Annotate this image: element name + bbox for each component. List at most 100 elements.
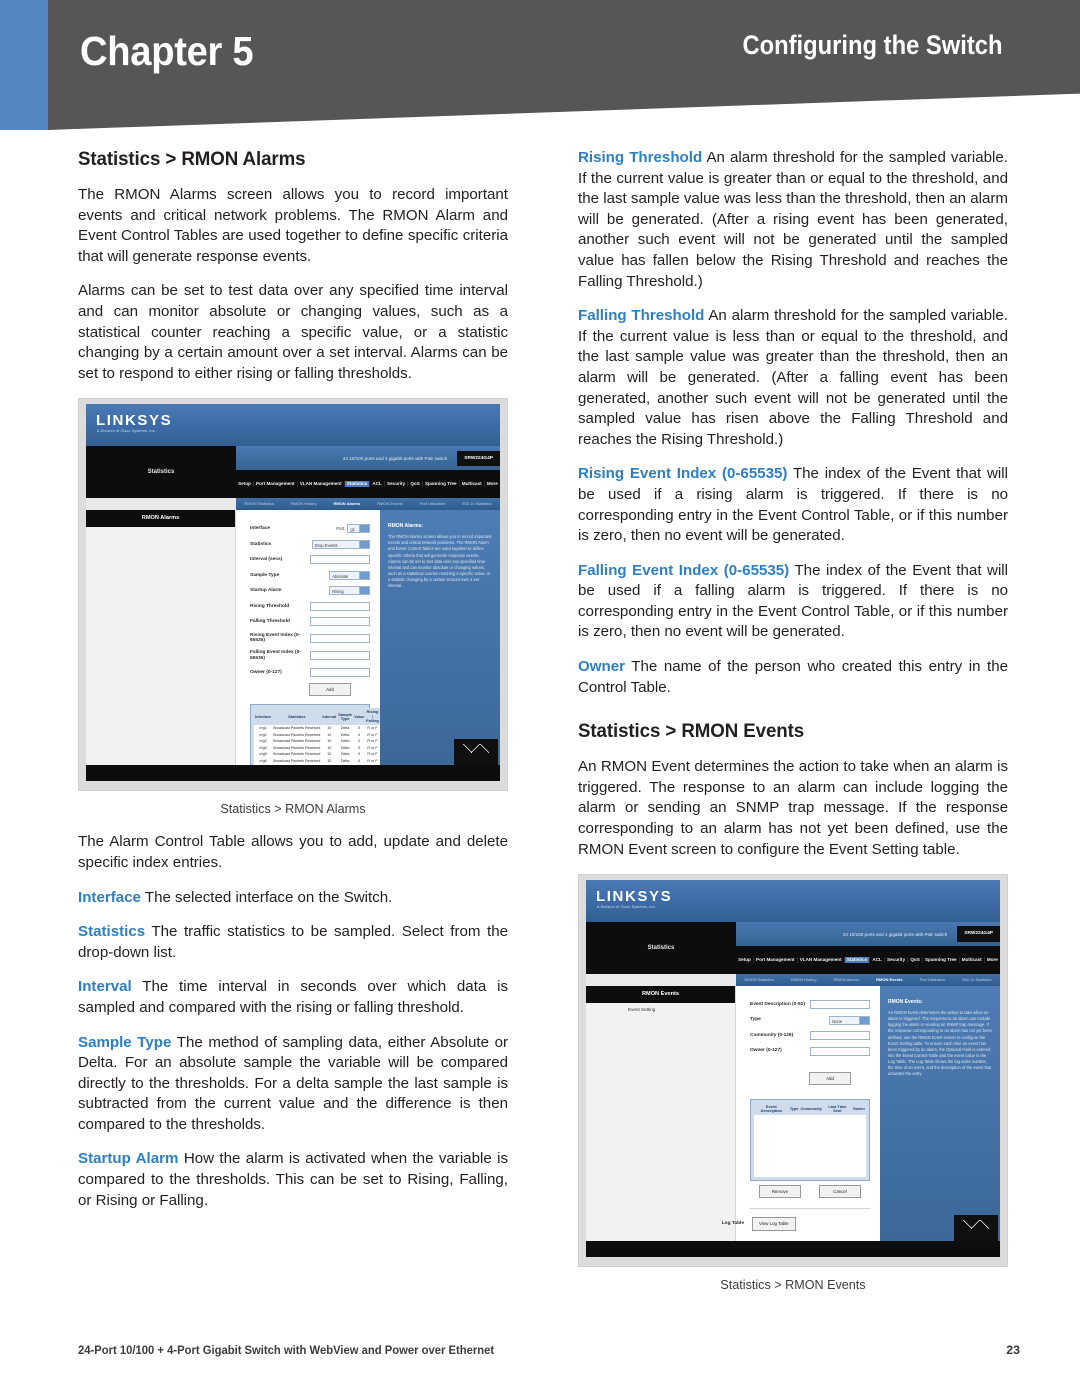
ui-subnav-rmon-history[interactable]: RMON History bbox=[782, 977, 825, 983]
definition-interval: Interval The time interval in seconds ov… bbox=[78, 977, 508, 1018]
ui-tab-security[interactable]: Security bbox=[385, 481, 409, 488]
ui-subnav[interactable]: RMON Statistics RMON History RMON Alarms… bbox=[736, 974, 1000, 987]
ui-subnav-port-utilization[interactable]: Port Utilization bbox=[411, 501, 454, 507]
ui-field-event-description[interactable]: Event Description (0-92) bbox=[750, 1000, 870, 1010]
ui-tab-qos[interactable]: QoS bbox=[908, 957, 923, 964]
ui-cancel-button[interactable]: Cancel bbox=[819, 1185, 861, 1199]
page-title-rmon-events: Statistics > RMON Events bbox=[578, 720, 805, 743]
cisco-bridge-icon bbox=[463, 744, 489, 754]
ui-add-button[interactable]: Add bbox=[809, 1071, 851, 1085]
ui-field-interval[interactable]: Interval (secs) bbox=[250, 555, 370, 565]
ui-field-owner[interactable]: Owner (0-127) bbox=[250, 667, 370, 677]
ui-tab-port-management[interactable]: Port Management bbox=[254, 481, 298, 488]
ui-subnav-rmon-events[interactable]: RMON Events bbox=[868, 977, 911, 983]
ui-nav-tabs[interactable]: Setup Port Management VLAN Management St… bbox=[736, 946, 1000, 975]
ui-tab-more[interactable]: More bbox=[485, 481, 500, 487]
ui-community-input[interactable] bbox=[809, 1031, 870, 1041]
ui-tab-qos[interactable]: QoS bbox=[408, 481, 423, 488]
ui-tab-statistics[interactable]: Statistics bbox=[344, 481, 371, 488]
definition-term: Rising Event Index (0-65535) bbox=[578, 465, 788, 483]
paragraph: The RMON Alarms screen allows you to rec… bbox=[78, 186, 508, 265]
ui-port-select[interactable]: g1 bbox=[347, 524, 370, 534]
ui-interval-input[interactable] bbox=[309, 555, 370, 565]
definition-sample-type: Sample Type The method of sampling data,… bbox=[78, 1033, 508, 1136]
ui-field-label: Falling Threshold bbox=[250, 619, 290, 625]
cisco-systems-logo bbox=[954, 1215, 998, 1242]
definition-term: Startup Alarm bbox=[78, 1150, 179, 1168]
ui-field-interface[interactable]: Interface Port g1 bbox=[250, 524, 370, 534]
ui-tab-spanning-tree[interactable]: Spanning Tree bbox=[923, 957, 960, 964]
ui-tab-multicast[interactable]: Multicast bbox=[460, 481, 485, 488]
left-column: Statistics > RMON Alarms The RMON Alarms… bbox=[78, 148, 508, 1225]
page-footer: 24-Port 10/100 + 4-Port Gigabit Switch w… bbox=[78, 1343, 1020, 1357]
ui-nav-tabs[interactable]: Setup Port Management VLAN Management St… bbox=[236, 470, 500, 499]
ui-field-prefix: Port bbox=[336, 526, 345, 532]
ui-footer-strip bbox=[586, 1241, 1000, 1258]
ui-side-group-label: Statistics bbox=[647, 944, 675, 951]
ui-subnav-rmon-history[interactable]: RMON History bbox=[282, 501, 325, 507]
ui-subnav-rmon-events[interactable]: RMON Events bbox=[369, 501, 412, 507]
ui-main-panel: Event Description (0-92) Type None Commu… bbox=[722, 986, 880, 1258]
ui-field-falling-threshold[interactable]: Falling Threshold bbox=[250, 617, 370, 627]
ui-add-button[interactable]: Add bbox=[309, 683, 351, 697]
ui-subnav-rmon-alarms[interactable]: RMON Alarms bbox=[325, 501, 369, 507]
ui-tab-more[interactable]: More bbox=[985, 957, 1000, 963]
figure-rmon-events: LINKSYS A Division of Cisco Systems, Inc… bbox=[578, 874, 1008, 1292]
ui-field-owner[interactable]: Owner (0-127) bbox=[750, 1046, 870, 1056]
ui-tab-acl[interactable]: ACL bbox=[370, 481, 385, 488]
ui-model-number: SRW224G4P bbox=[957, 926, 1000, 942]
ui-subnav[interactable]: RMON Statistics RMON History RMON Alarms… bbox=[236, 498, 500, 511]
ui-table-header-row: Event Description Type Community Last Ti… bbox=[754, 1102, 866, 1116]
ui-tab-multicast[interactable]: Multicast bbox=[960, 957, 985, 964]
ui-tab-vlan-management[interactable]: VLAN Management bbox=[298, 481, 345, 488]
ui-tab-acl[interactable]: ACL bbox=[870, 957, 885, 964]
ui-event-description-input[interactable] bbox=[809, 1000, 870, 1010]
ui-field-rising-event-index[interactable]: Rising Event Index (0-65535) bbox=[250, 633, 370, 644]
ui-field-statistics[interactable]: Statistics Drop Events bbox=[250, 539, 370, 549]
ui-tab-setup[interactable]: Setup bbox=[236, 481, 254, 488]
ui-startup-alarm-select[interactable]: Rising bbox=[329, 586, 370, 596]
ui-col-statistics: Statistics bbox=[272, 708, 322, 726]
ui-col-owner: Owner bbox=[851, 1102, 866, 1116]
ui-subnav-rmon-statistics[interactable]: RMON Statistics bbox=[736, 977, 782, 983]
ui-col-community: Community bbox=[799, 1102, 823, 1116]
ui-remove-button[interactable]: Remove bbox=[759, 1185, 801, 1199]
ui-tab-spanning-tree[interactable]: Spanning Tree bbox=[423, 481, 460, 488]
ui-topbar: LINKSYS A Division of Cisco Systems, Inc… bbox=[86, 404, 500, 447]
ui-tab-security[interactable]: Security bbox=[885, 957, 909, 964]
ui-tab-port-management[interactable]: Port Management bbox=[754, 957, 798, 964]
definition-term: Owner bbox=[578, 658, 625, 676]
ui-owner-input[interactable] bbox=[309, 667, 370, 677]
ui-field-startup-alarm[interactable]: Startup Alarm Rising bbox=[250, 586, 370, 596]
ui-subnav-port-utilization[interactable]: Port Utilization bbox=[911, 977, 954, 983]
ui-falling-threshold-input[interactable] bbox=[309, 617, 370, 627]
ui-field-community[interactable]: Community (0-128) bbox=[750, 1031, 870, 1041]
ui-main-panel: Interface Port g1 Statistics Drop Events… bbox=[236, 510, 380, 782]
ui-falling-event-index-input[interactable] bbox=[309, 651, 370, 661]
ui-field-label: Interface bbox=[250, 526, 270, 532]
ui-field-rising-threshold[interactable]: Rising Threshold bbox=[250, 601, 370, 611]
ui-field-falling-event-index[interactable]: Falling Event Index (0-65535) bbox=[250, 650, 370, 661]
ui-tab-setup[interactable]: Setup bbox=[736, 957, 754, 964]
ui-subnav-rmon-alarms[interactable]: RMON Alarms bbox=[825, 977, 868, 983]
ui-subnav-8021x-statistics[interactable]: 802.1x Statistics bbox=[454, 501, 500, 507]
ui-add-row: Add bbox=[290, 683, 370, 697]
ui-topbar: LINKSYS A Division of Cisco Systems, Inc… bbox=[586, 880, 1000, 923]
ui-owner-input[interactable] bbox=[809, 1046, 870, 1056]
ui-sample-type-select[interactable]: Absolute bbox=[329, 570, 370, 580]
ui-tab-statistics[interactable]: Statistics bbox=[844, 957, 871, 964]
ui-subnav-8021x-statistics[interactable]: 802.1x Statistics bbox=[954, 977, 1000, 983]
ui-field-label: Event Description (0-92) bbox=[750, 1001, 805, 1007]
ui-field-sample-type[interactable]: Sample Type Absolute bbox=[250, 570, 370, 580]
ui-field-label: Startup Alarm bbox=[250, 588, 282, 594]
ui-subnav-rmon-statistics[interactable]: RMON Statistics bbox=[236, 501, 282, 507]
ui-statistics-select[interactable]: Drop Events bbox=[311, 539, 370, 549]
ui-tab-vlan-management[interactable]: VLAN Management bbox=[798, 957, 845, 964]
ui-rising-event-index-input[interactable] bbox=[309, 633, 370, 643]
ui-view-log-table-button[interactable]: View Log Table bbox=[752, 1217, 796, 1231]
ui-type-select[interactable]: None bbox=[829, 1015, 870, 1025]
ui-rising-threshold-input[interactable] bbox=[309, 601, 370, 611]
ui-body: RMON Events Event Setting Event Descript… bbox=[586, 986, 1000, 1258]
ui-sidebar-item-event-setting[interactable]: Event Setting bbox=[586, 1003, 735, 1012]
ui-field-type[interactable]: Type None bbox=[750, 1015, 870, 1025]
